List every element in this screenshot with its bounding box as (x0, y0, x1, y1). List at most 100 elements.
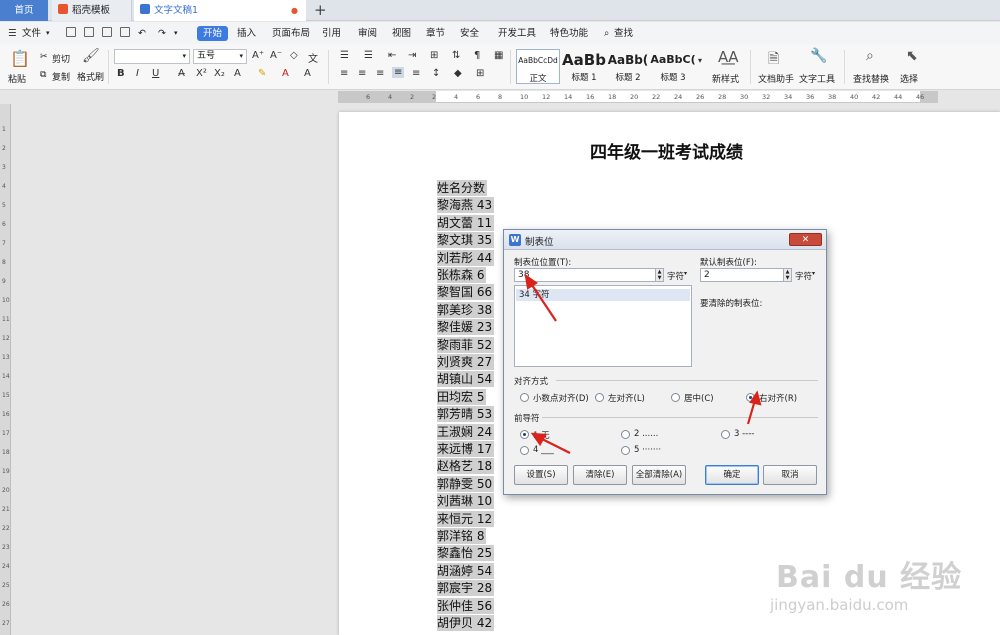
char-shading-icon[interactable]: A (304, 68, 311, 79)
print-icon[interactable] (102, 27, 112, 37)
decrease-indent-icon[interactable]: ⇤ (388, 50, 396, 61)
menu-special[interactable]: 特色功能 (550, 26, 588, 41)
tab-home[interactable]: 首页 (0, 0, 48, 21)
chevron-down-icon[interactable]: ▾ (684, 270, 687, 277)
document-line[interactable]: 郭美珍 38 (437, 301, 495, 318)
tab-position-input[interactable]: 38 (514, 268, 656, 282)
style-heading-3[interactable]: AaBbC( 标题 3 (650, 49, 696, 84)
align-left-icon[interactable]: ≡ (340, 68, 348, 79)
menu-developer[interactable]: 开发工具 (498, 26, 536, 41)
document-line[interactable]: 胡伊贝 42 (437, 615, 495, 631)
style-heading-1[interactable]: AaBb 标题 1 (562, 49, 606, 84)
dialog-close-button[interactable]: ✕ (789, 233, 822, 246)
document-line[interactable]: 姓名分数 (437, 180, 488, 196)
document-line[interactable]: 郭宸宇 28 (437, 580, 495, 597)
document-line[interactable]: 来恒元 12 (437, 510, 495, 527)
italic-button[interactable]: I (136, 68, 139, 79)
default-tab-spinner[interactable]: ▲ ▼ (783, 268, 792, 282)
grow-font-icon[interactable]: A⁺ (252, 50, 264, 61)
copy-button[interactable]: 复制 (52, 70, 70, 83)
align-justify-icon[interactable]: ≡ (392, 67, 405, 78)
cut-button[interactable]: 剪切 (52, 52, 70, 65)
document-line[interactable]: 张栋森 6 (437, 267, 487, 283)
style-normal[interactable]: AaBbCcDd 正文 (516, 49, 560, 84)
document-line[interactable]: 黎智国 66 (437, 284, 495, 301)
paste-icon[interactable]: 📋 (10, 49, 30, 68)
print-preview-icon[interactable] (120, 27, 130, 37)
doc-helper-icon[interactable]: 🗎 (768, 48, 779, 72)
dialog-titlebar[interactable]: W 制表位 ✕ (504, 230, 826, 250)
menu-view[interactable]: 视图 (392, 26, 411, 41)
menu-page-layout[interactable]: 页面布局 (272, 26, 310, 41)
menu-security[interactable]: 安全 (460, 26, 479, 41)
font-size-select[interactable]: 五号 ▾ (193, 49, 247, 64)
align-center-icon[interactable]: ≡ (358, 68, 366, 79)
align-center-radio[interactable] (671, 393, 680, 402)
menu-insert[interactable]: 插入 (237, 26, 256, 41)
chinese-layout-icon[interactable]: ⊞ (430, 50, 438, 61)
leader-middot-label[interactable]: 5 ······· (634, 445, 661, 455)
cancel-button[interactable]: 取消 (763, 465, 817, 485)
leader-dash-radio[interactable] (721, 430, 730, 439)
subscript-icon[interactable]: X₂ (214, 68, 225, 79)
document-line[interactable]: 张仲佳 56 (437, 597, 495, 614)
format-painter-button[interactable]: 格式刷 (77, 70, 104, 83)
align-left-label[interactable]: 左对齐(L) (608, 392, 645, 404)
document-line[interactable]: 胡涵婷 54 (437, 562, 495, 579)
document-line[interactable]: 胡文蕾 11 (437, 214, 495, 231)
leader-dots-radio[interactable] (621, 430, 630, 439)
document-line[interactable]: 刘贤爽 27 (437, 354, 495, 370)
menu-references[interactable]: 引用 (322, 26, 341, 41)
menu-review[interactable]: 审阅 (358, 26, 377, 41)
leader-dots-label[interactable]: 2 ...... (634, 429, 658, 439)
leader-underline-label[interactable]: 4 ___ (533, 445, 554, 455)
align-right-label[interactable]: 右对齐(R) (759, 392, 797, 404)
tab-close-icon[interactable]: ● (291, 0, 298, 21)
find-replace-button[interactable]: 查找替换 (853, 72, 889, 85)
leader-middot-radio[interactable] (621, 446, 630, 455)
document-line[interactable]: 刘茜琳 10 (437, 493, 495, 510)
document-line[interactable]: 黎文琪 35 (437, 232, 495, 249)
bold-button[interactable]: B (117, 68, 125, 79)
hamburger-icon[interactable]: ☰ (8, 26, 17, 41)
show-marks-icon[interactable]: ¶ (474, 50, 480, 61)
list-item[interactable]: 34 字符 (516, 289, 690, 301)
undo-icon[interactable]: ↶ (138, 26, 146, 41)
superscript-icon[interactable]: X² (196, 68, 207, 79)
numbered-list-icon[interactable]: ☰ (364, 50, 373, 61)
chevron-down-icon[interactable]: ▾ (46, 26, 50, 41)
document-line[interactable]: 胡镇山 54 (437, 371, 495, 388)
save-icon[interactable] (66, 27, 76, 37)
document-line[interactable]: 黎海燕 43 (437, 197, 495, 214)
redo-icon[interactable]: ↷ (158, 26, 166, 41)
strikethrough-icon[interactable]: A̶ (178, 68, 185, 79)
set-button[interactable]: 设置(S) (514, 465, 568, 485)
text-effect-icon[interactable]: A (234, 68, 241, 79)
copy-icon[interactable]: ⧉ (40, 70, 46, 80)
tab-position-spinner[interactable]: ▲ ▼ (655, 268, 664, 282)
wrench-icon[interactable]: 🔧 (810, 48, 827, 64)
new-style-icon[interactable]: A͟A (718, 48, 739, 66)
sort-icon[interactable]: ⇅ (452, 50, 460, 61)
align-decimal-radio[interactable] (520, 393, 529, 402)
menu-start[interactable]: 开始 (197, 26, 229, 41)
borders-icon[interactable]: ⊞ (476, 68, 484, 79)
leader-none-label[interactable]: 1 无 (533, 429, 550, 441)
scissors-icon[interactable]: ✂ (40, 52, 48, 62)
highlight-icon[interactable]: ✎ (258, 68, 266, 79)
document-line[interactable]: 王淑娴 24 (437, 423, 495, 440)
document-line[interactable]: 来远博 17 (437, 441, 495, 457)
search-icon[interactable]: ⌕ (604, 26, 609, 41)
clear-button[interactable]: 清除(E) (573, 465, 627, 485)
menu-chapter[interactable]: 章节 (426, 26, 445, 41)
align-decimal-label[interactable]: 小数点对齐(D) (533, 392, 589, 404)
cursor-arrow-icon[interactable]: ⬉ (906, 48, 918, 64)
underline-button[interactable]: U (152, 68, 159, 79)
clear-format-icon[interactable]: ◇ (290, 50, 298, 61)
select-button[interactable]: 选择 (900, 72, 918, 85)
document-line[interactable]: 郭洋铭 8 (437, 528, 487, 544)
export-pdf-icon[interactable] (84, 27, 94, 37)
table-icon[interactable]: ▦ (494, 50, 503, 61)
horizontal-ruler[interactable]: 6 4 2 2 4 6 8 10 12 14 16 18 20 22 24 26 28 30 32 34 36 38 40 4… (338, 91, 938, 103)
align-right-radio[interactable] (746, 393, 755, 402)
